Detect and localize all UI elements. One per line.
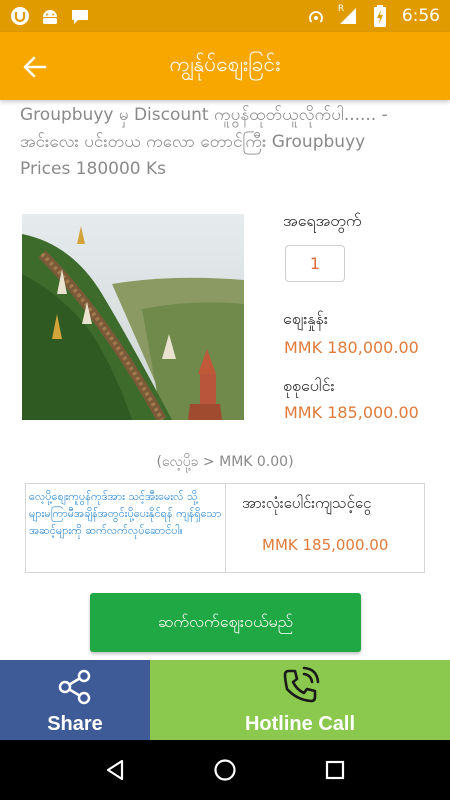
arrow-left-icon [23,56,47,78]
hotspot-icon [306,6,326,26]
quantity-label: အရေအတွက် [283,211,362,230]
grand-total-label: အားလုံးပေါင်းကျသင့်ငွေ [242,494,372,512]
status-right-icons: R 6:56 [306,4,440,27]
instruction-note: လေ့ပို့စျေးကူပွန်ကုဒ်အား သင့်အီးမေးလ် သိ… [26,484,226,572]
battery-charging-icon [370,5,390,27]
delivery-fee-note: (လေ့ပို့ခ > MMK 0.00) [156,454,294,470]
chat-bubble-icon [70,6,90,26]
status-bar: R 6:56 [0,0,450,32]
notification-u-icon [10,6,30,26]
phone-call-icon [283,666,320,703]
nav-back-button[interactable] [95,750,135,790]
nav-recents-button[interactable] [315,750,355,790]
product-description: Groupbuyy မှ Discount ကူပွန်ထုတ်ယူလိုက်ပ… [20,105,388,179]
app-bar: ကျွန်ုပ်စျေးခြင်း [0,32,450,100]
product-image [22,214,244,420]
roaming-signal-icon: R [337,4,358,26]
bottom-action-bar: Share Hotline Call [0,660,450,740]
subtotal-value: MMK 185,000.00 [284,403,419,422]
cart-content[interactable]: Groupbuyy မှ Discount ကူပွန်ထုတ်ယူလိုက်ပ… [0,100,450,660]
android-icon [40,6,60,26]
grand-total-value: MMK 185,000.00 [262,536,389,554]
roaming-mark: R [337,4,345,14]
hotline-label: Hotline Call [244,713,355,735]
share-icon [58,669,91,705]
home-circle-icon [214,759,236,781]
recents-square-icon [325,760,345,780]
quantity-input[interactable]: 1 [285,245,345,282]
hotline-call-button[interactable]: Hotline Call [150,660,450,740]
back-triangle-icon [106,759,124,781]
share-label: Share [47,713,103,735]
status-left-icons [10,6,90,26]
continue-shopping-button[interactable]: ဆက်လက်စျေးဝယ်မည် [90,593,361,652]
subtotal-label: စုစုပေါင်း [283,376,335,395]
price-value: MMK 180,000.00 [284,338,419,357]
order-summary-box: လေ့ပို့စျေးကူပွန်ကုဒ်အား သင့်အီးမေးလ် သိ… [25,483,425,573]
page-title: ကျွန်ုပ်စျေးခြင်း [169,51,281,76]
share-button[interactable]: Share [0,660,150,740]
back-button[interactable] [20,52,50,82]
system-nav-bar [0,740,450,800]
nav-home-button[interactable] [205,750,245,790]
grand-total-panel: အားလုံးပေါင်းကျသင့်ငွေ MMK 185,000.00 [226,484,424,572]
clock: 6:56 [401,6,440,26]
price-label: စျေးနှုန်း [283,309,328,328]
